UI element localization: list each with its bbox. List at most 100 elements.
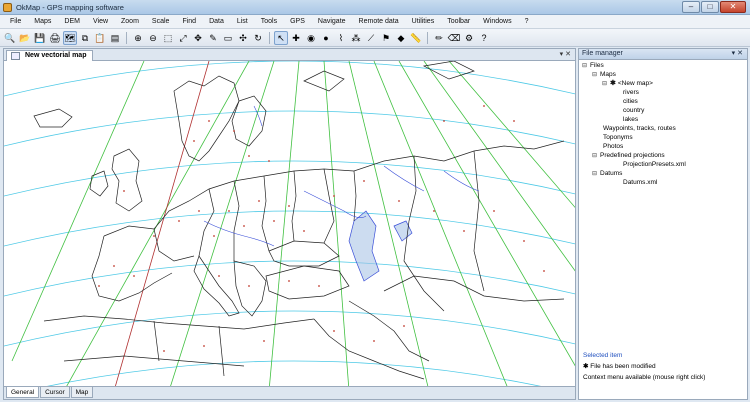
select-button[interactable]: ▭ (221, 31, 235, 45)
zoom-window-button[interactable]: ⬚ (161, 31, 175, 45)
pencil-button[interactable]: ✏ (432, 31, 446, 45)
tree-node-layer[interactable]: rivers (621, 88, 639, 97)
zoom-out-button[interactable]: ⊖ (146, 31, 160, 45)
help-button[interactable]: ? (477, 31, 491, 45)
map-button[interactable]: 🗺 (63, 30, 77, 45)
tree-node-files[interactable]: ⊟ Files (581, 61, 604, 70)
app-icon (3, 3, 12, 12)
collapse-icon[interactable]: ⊟ (581, 62, 588, 71)
tree-node-maps[interactable]: ⊟ Maps (591, 70, 616, 79)
window-title: OkMap - GPS mapping software (16, 3, 124, 12)
track-icon: ⁂ (351, 32, 361, 43)
tree-node-predefined[interactable]: ⊟ Predefined projections (591, 151, 665, 160)
menu-[interactable]: ? (525, 18, 529, 25)
file-manager-controls[interactable]: ▾ ✕ (732, 49, 743, 59)
parallels (4, 61, 575, 386)
print-button[interactable]: 🖨 (48, 31, 62, 45)
route-button[interactable]: ⌇ (334, 31, 348, 45)
tree-node-new-map[interactable]: ⊟ ✱ <New map> (601, 79, 653, 88)
binoculars-button[interactable]: 🔍 (3, 31, 17, 45)
layers-button[interactable]: ▤ (108, 31, 122, 45)
map-panel: New vectorial map ▾ ✕ General Cursor Map (3, 48, 576, 400)
pan-button[interactable]: ✥ (191, 31, 205, 45)
tab-map[interactable]: Map (70, 387, 94, 398)
map-canvas[interactable] (4, 61, 575, 386)
tree-node-datums[interactable]: ⊟ Datums (591, 169, 622, 178)
measure-icon: ⟋ (367, 32, 375, 43)
ruler-button[interactable]: 📏 (409, 31, 423, 45)
context-menu-note: Context menu available (mouse right clic… (583, 374, 706, 381)
map-drawing[interactable] (4, 61, 575, 386)
maximize-button[interactable]: □ (701, 1, 719, 13)
menu-gps[interactable]: GPS (290, 18, 305, 25)
modified-star-icon: ✱ (610, 80, 616, 87)
menu-windows[interactable]: Windows (483, 18, 511, 25)
bottom-tab-bar: General Cursor Map (4, 386, 575, 399)
paste-button[interactable]: 📋 (93, 31, 107, 45)
zoom-fit-button[interactable]: ⤢ (176, 31, 190, 45)
tree-node-projection-file[interactable]: ProjectionPresets.xml (621, 160, 686, 169)
waypoint-button[interactable]: ● (319, 31, 333, 45)
modified-star-icon: ✱ (583, 363, 589, 370)
collapse-icon[interactable]: ⊟ (601, 80, 608, 89)
zoom-in-button[interactable]: ⊕ (131, 31, 145, 45)
eraser-button[interactable]: ⌫ (447, 31, 461, 45)
copy-icon: ⧉ (81, 32, 89, 43)
file-manager-footer: Selected item ✱ File has been modified C… (583, 350, 745, 383)
collapse-icon[interactable]: ⊟ (591, 71, 598, 80)
move-button[interactable]: ✣ (236, 31, 250, 45)
collapse-icon[interactable]: ⊟ (591, 170, 598, 179)
tree-node-layer[interactable]: country (621, 106, 644, 115)
menu-navigate[interactable]: Navigate (318, 18, 346, 25)
menu-dem[interactable]: DEM (64, 18, 80, 25)
tab-label: New vectorial map (25, 52, 87, 59)
menu-find[interactable]: Find (182, 18, 196, 25)
tree-node-datums-file[interactable]: Datums.xml (621, 178, 657, 187)
crosshair-button[interactable]: ✚ (289, 31, 303, 45)
menu-maps[interactable]: Maps (34, 18, 51, 25)
copy-button[interactable]: ⧉ (78, 31, 92, 45)
close-button[interactable]: ✕ (720, 1, 746, 13)
crosshair-icon: ✚ (292, 32, 300, 43)
menu-file[interactable]: File (10, 18, 21, 25)
menu-view[interactable]: View (93, 18, 108, 25)
open-folder-button[interactable]: 📂 (18, 31, 32, 45)
tree-node-photos[interactable]: Photos (601, 142, 623, 151)
gps-button[interactable]: ◉ (304, 31, 318, 45)
tab-cursor[interactable]: Cursor (40, 387, 70, 398)
tree-node-layer[interactable]: lakes (621, 115, 638, 124)
menu-remote-data[interactable]: Remote data (359, 18, 399, 25)
tab-new-vectorial-map[interactable]: New vectorial map (6, 50, 94, 61)
menu-scale[interactable]: Scale (152, 18, 170, 25)
map-tab-controls[interactable]: ▾ ✕ (560, 50, 571, 58)
rotate-button[interactable]: ↻ (251, 31, 265, 45)
menu-zoom[interactable]: Zoom (121, 18, 139, 25)
tree-node-waypoints[interactable]: Waypoints, tracks, routes (601, 124, 676, 133)
marker-button[interactable]: ◆ (394, 31, 408, 45)
settings-button[interactable]: ⚙ (462, 31, 476, 45)
minimize-button[interactable]: – (682, 1, 700, 13)
menu-list[interactable]: List (237, 18, 248, 25)
pan-icon: ✥ (194, 32, 202, 43)
tree-node-toponyms[interactable]: Toponyms (601, 133, 633, 142)
rotate-icon: ↻ (254, 32, 262, 43)
open-folder-icon: 📂 (19, 32, 31, 43)
menu-data[interactable]: Data (209, 18, 224, 25)
move-icon: ✣ (239, 32, 247, 43)
tab-general[interactable]: General (6, 387, 40, 398)
toolbar: 🔍 📂 💾 🖨 🗺 ⧉ 📋 ▤ ⊕ ⊖ ⬚ ⤢ ✥ ✎ ▭ ✣ ↻ ↖ ✚ ◉ ● ⌇ ⁂ ⟋ ⚑ ◆ 📏 ✏ ⌫ ⚙? (0, 29, 750, 47)
menu-tools[interactable]: Tools (261, 18, 277, 25)
edit-button[interactable]: ✎ (206, 31, 220, 45)
flag-button[interactable]: ⚑ (379, 31, 393, 45)
measure-button[interactable]: ⟋ (364, 31, 378, 45)
toolbar-separator (126, 31, 127, 44)
menu-utilities[interactable]: Utilities (412, 18, 435, 25)
tree-node-layer[interactable]: cities (621, 97, 638, 106)
cursor-icon: ↖ (277, 32, 285, 43)
cursor-button[interactable]: ↖ (274, 30, 288, 45)
menu-toolbar[interactable]: Toolbar (447, 18, 470, 25)
track-button[interactable]: ⁂ (349, 31, 363, 45)
tree-label-datums: Datums (600, 170, 623, 177)
collapse-icon[interactable]: ⊟ (591, 152, 598, 161)
save-button[interactable]: 💾 (33, 31, 47, 45)
